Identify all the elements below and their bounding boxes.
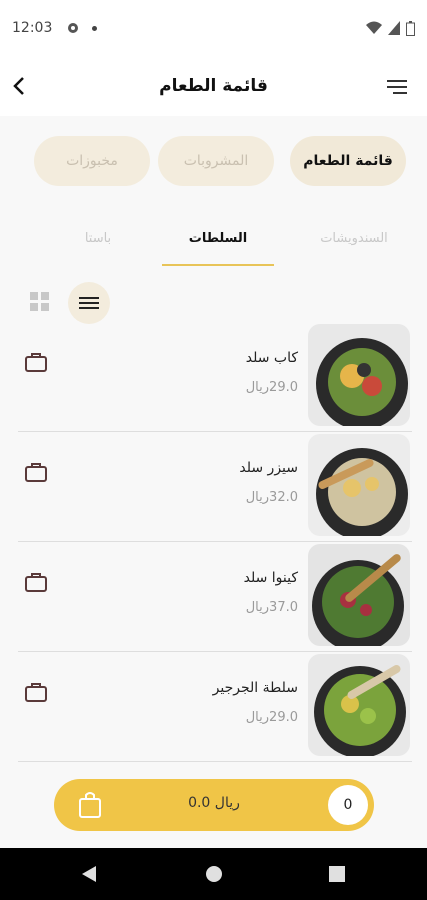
- salad-photo-icon: [308, 544, 410, 646]
- cart-total: 0.0 ريال: [188, 795, 240, 811]
- add-to-cart-icon[interactable]: [24, 460, 48, 484]
- menu-icon[interactable]: [387, 78, 409, 96]
- list-item[interactable]: سيزر سلد 32.0ريال: [18, 432, 412, 542]
- nav-recents-icon[interactable]: [328, 864, 346, 884]
- item-name: كينوا سلد: [243, 570, 298, 586]
- salad-photo-icon: [308, 434, 410, 536]
- list-item[interactable]: كاب سلد 29.0ريال: [18, 322, 412, 432]
- nav-home-icon[interactable]: [205, 864, 223, 884]
- app-bar: قائمة الطعام: [0, 56, 427, 116]
- item-name: سلطة الجرجير: [212, 680, 298, 696]
- signal-icon: [388, 21, 400, 35]
- item-price: 29.0ريال: [245, 710, 298, 725]
- add-to-cart-icon[interactable]: [24, 350, 48, 374]
- list-item[interactable]: كينوا سلد 37.0ريال: [18, 542, 412, 652]
- wifi-icon: [366, 21, 382, 34]
- item-price: 32.0ريال: [245, 490, 298, 505]
- grid-view-icon[interactable]: [30, 292, 50, 312]
- salad-photo-icon: [308, 654, 410, 756]
- cart-count-badge: 0: [328, 785, 368, 825]
- status-time: 12:03: [12, 20, 53, 36]
- category-menu[interactable]: قائمة الطعام: [290, 136, 406, 186]
- list-view-button[interactable]: [68, 282, 110, 324]
- item-name: سيزر سلد: [239, 460, 298, 476]
- list-item[interactable]: سلطة الجرجير 29.0ريال: [18, 652, 412, 762]
- item-price: 29.0ريال: [245, 380, 298, 395]
- status-bar: 12:03: [0, 0, 427, 56]
- category-row: قائمة الطعام المشروبات مخبوزات: [0, 136, 427, 188]
- notification-dot-icon: [92, 25, 98, 31]
- tab-salads[interactable]: السلطات: [162, 210, 274, 266]
- subcategory-tabs: السندويشات السلطات باستا: [0, 210, 427, 268]
- nav-back-icon[interactable]: [80, 864, 98, 884]
- add-to-cart-icon[interactable]: [24, 570, 48, 594]
- menu-item-list: كاب سلد 29.0ريال سيزر سلد 32.0ريال كينوا…: [18, 322, 412, 762]
- tab-sandwiches[interactable]: السندويشات: [298, 210, 410, 266]
- back-arrow-icon[interactable]: [8, 74, 32, 98]
- tab-pasta[interactable]: باستا: [42, 210, 154, 266]
- page-title: قائمة الطعام: [159, 76, 268, 96]
- battery-icon: [406, 20, 415, 36]
- item-name: كاب سلد: [245, 350, 298, 366]
- system-nav-bar: [0, 848, 427, 900]
- add-to-cart-icon[interactable]: [24, 680, 48, 704]
- view-toggle: [22, 282, 122, 324]
- category-bakery[interactable]: مخبوزات: [34, 136, 150, 186]
- list-view-icon: [79, 297, 99, 309]
- item-price: 37.0ريال: [245, 600, 298, 615]
- settings-icon: [68, 23, 79, 33]
- cart-bar[interactable]: 0.0 ريال 0: [54, 779, 374, 831]
- category-drinks[interactable]: المشروبات: [158, 136, 274, 186]
- salad-photo-icon: [308, 324, 410, 426]
